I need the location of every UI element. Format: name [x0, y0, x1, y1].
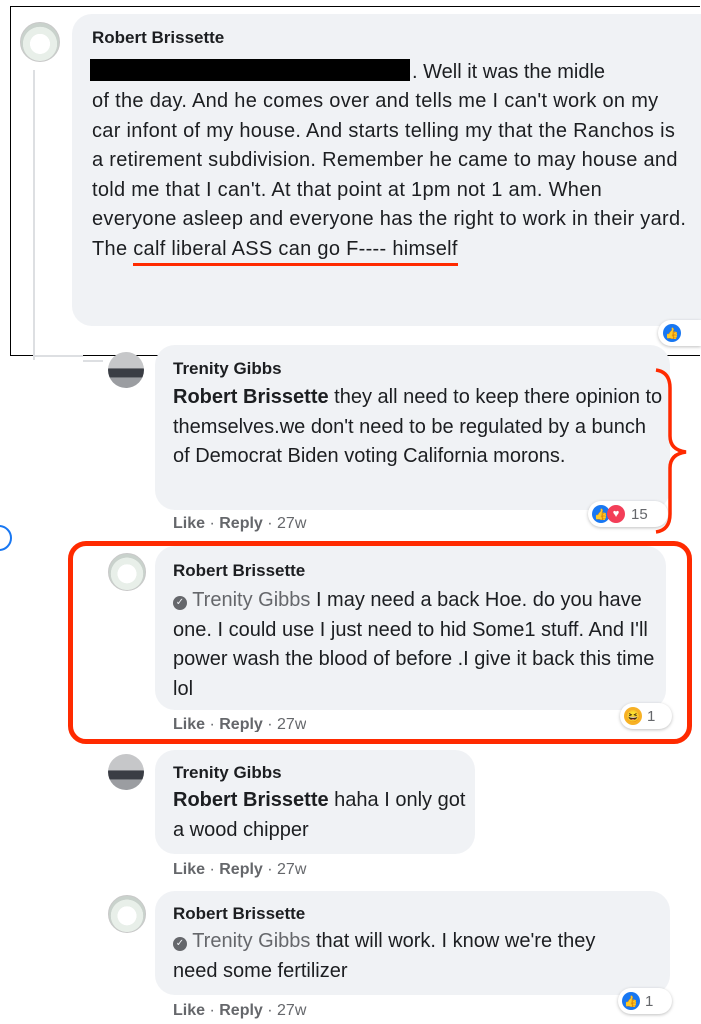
reaction-count: 15: [631, 505, 648, 523]
comment-actions: Like · Reply · 27w: [173, 1002, 306, 1020]
timestamp[interactable]: 27w: [277, 1002, 306, 1019]
avatar[interactable]: [20, 22, 60, 62]
comment-bubble: Robert Brissette ✓ Trenity Gibbs that wi…: [155, 891, 670, 995]
reply-button[interactable]: Reply: [219, 1002, 263, 1019]
comment-author[interactable]: Robert Brissette: [173, 904, 305, 924]
separator: ·: [262, 1002, 278, 1019]
comment-text-body: of the day. And he comes over and tells …: [92, 90, 687, 260]
comment-text: ✓ Trenity Gibbs that will work. I know w…: [173, 927, 643, 986]
avatar[interactable]: [108, 352, 144, 388]
comment-mention[interactable]: Trenity Gibbs: [192, 930, 310, 952]
mention-icon: ✓: [173, 596, 187, 610]
comment-bubble: Trenity Gibbs Robert Brissette they all …: [155, 345, 670, 510]
comment-text: Robert Brissette haha I only got a wood …: [173, 786, 468, 845]
comment-tag[interactable]: Robert Brissette: [173, 386, 329, 408]
reaction-count: 1: [645, 992, 654, 1010]
timestamp[interactable]: 27w: [277, 861, 306, 878]
mention-icon: ✓: [173, 937, 187, 951]
comment-tag[interactable]: Robert Brissette: [173, 789, 329, 811]
reaction-badge[interactable]: 👍: [658, 320, 701, 346]
comment-actions: Like · Reply · 27w: [173, 716, 306, 732]
comment-text-underlined: calf liberal ASS can go F---- himself: [133, 237, 458, 266]
comment-text: ✓ Trenity Gibbs I may need a back Hoe. d…: [173, 586, 663, 704]
reaction-badge[interactable]: 👍 1: [618, 988, 672, 1014]
comment-actions: Like · Reply · 27w: [173, 515, 306, 533]
separator: ·: [205, 1002, 220, 1019]
love-icon: ♥: [607, 505, 625, 523]
redaction-bar: [90, 59, 410, 81]
thread-line: [33, 70, 35, 360]
like-icon: 👍: [663, 324, 681, 342]
comment-text: of the day. And he comes over and tells …: [92, 87, 692, 266]
avatar[interactable]: [108, 553, 146, 591]
separator: ·: [262, 515, 278, 532]
like-button[interactable]: Like: [173, 861, 205, 878]
comment-bubble: Trenity Gibbs Robert Brissette haha I on…: [155, 750, 475, 854]
avatar[interactable]: [108, 754, 144, 790]
like-button[interactable]: Like: [173, 716, 205, 732]
at-sign-icon: [0, 525, 12, 551]
reaction-badge[interactable]: 😆 1: [620, 703, 672, 729]
separator: ·: [262, 716, 278, 732]
reply-button[interactable]: Reply: [219, 861, 263, 878]
timestamp[interactable]: 27w: [277, 716, 306, 732]
separator: ·: [262, 861, 278, 878]
comment-author[interactable]: Robert Brissette: [92, 28, 224, 48]
comment-author[interactable]: Trenity Gibbs: [173, 763, 282, 783]
comment-text: . Well it was the midle: [412, 61, 606, 83]
reply-button[interactable]: Reply: [219, 716, 263, 732]
comment-bubble: Robert Brissette . Well it was the midle…: [72, 14, 701, 326]
reply-button[interactable]: Reply: [219, 515, 263, 532]
like-button[interactable]: Like: [173, 515, 205, 532]
separator: ·: [205, 861, 220, 878]
red-brace-annotation: [655, 368, 687, 534]
comment-author[interactable]: Trenity Gibbs: [173, 359, 282, 379]
haha-icon: 😆: [624, 707, 642, 725]
timestamp[interactable]: 27w: [277, 515, 306, 532]
avatar[interactable]: [108, 895, 146, 933]
comment-text: Robert Brissette they all need to keep t…: [173, 383, 663, 472]
separator: ·: [205, 716, 220, 732]
comment-bubble: Robert Brissette ✓ Trenity Gibbs I may n…: [155, 546, 666, 710]
thread-line: [83, 360, 103, 362]
comment-mention[interactable]: Trenity Gibbs: [192, 589, 310, 611]
comment-actions: Like · Reply · 27w: [173, 861, 306, 879]
thread-line: [33, 355, 83, 357]
comment-author[interactable]: Robert Brissette: [173, 561, 305, 581]
like-button[interactable]: Like: [173, 1002, 205, 1019]
like-icon: 👍: [622, 992, 640, 1010]
reaction-count: 1: [647, 707, 656, 725]
separator: ·: [205, 515, 220, 532]
